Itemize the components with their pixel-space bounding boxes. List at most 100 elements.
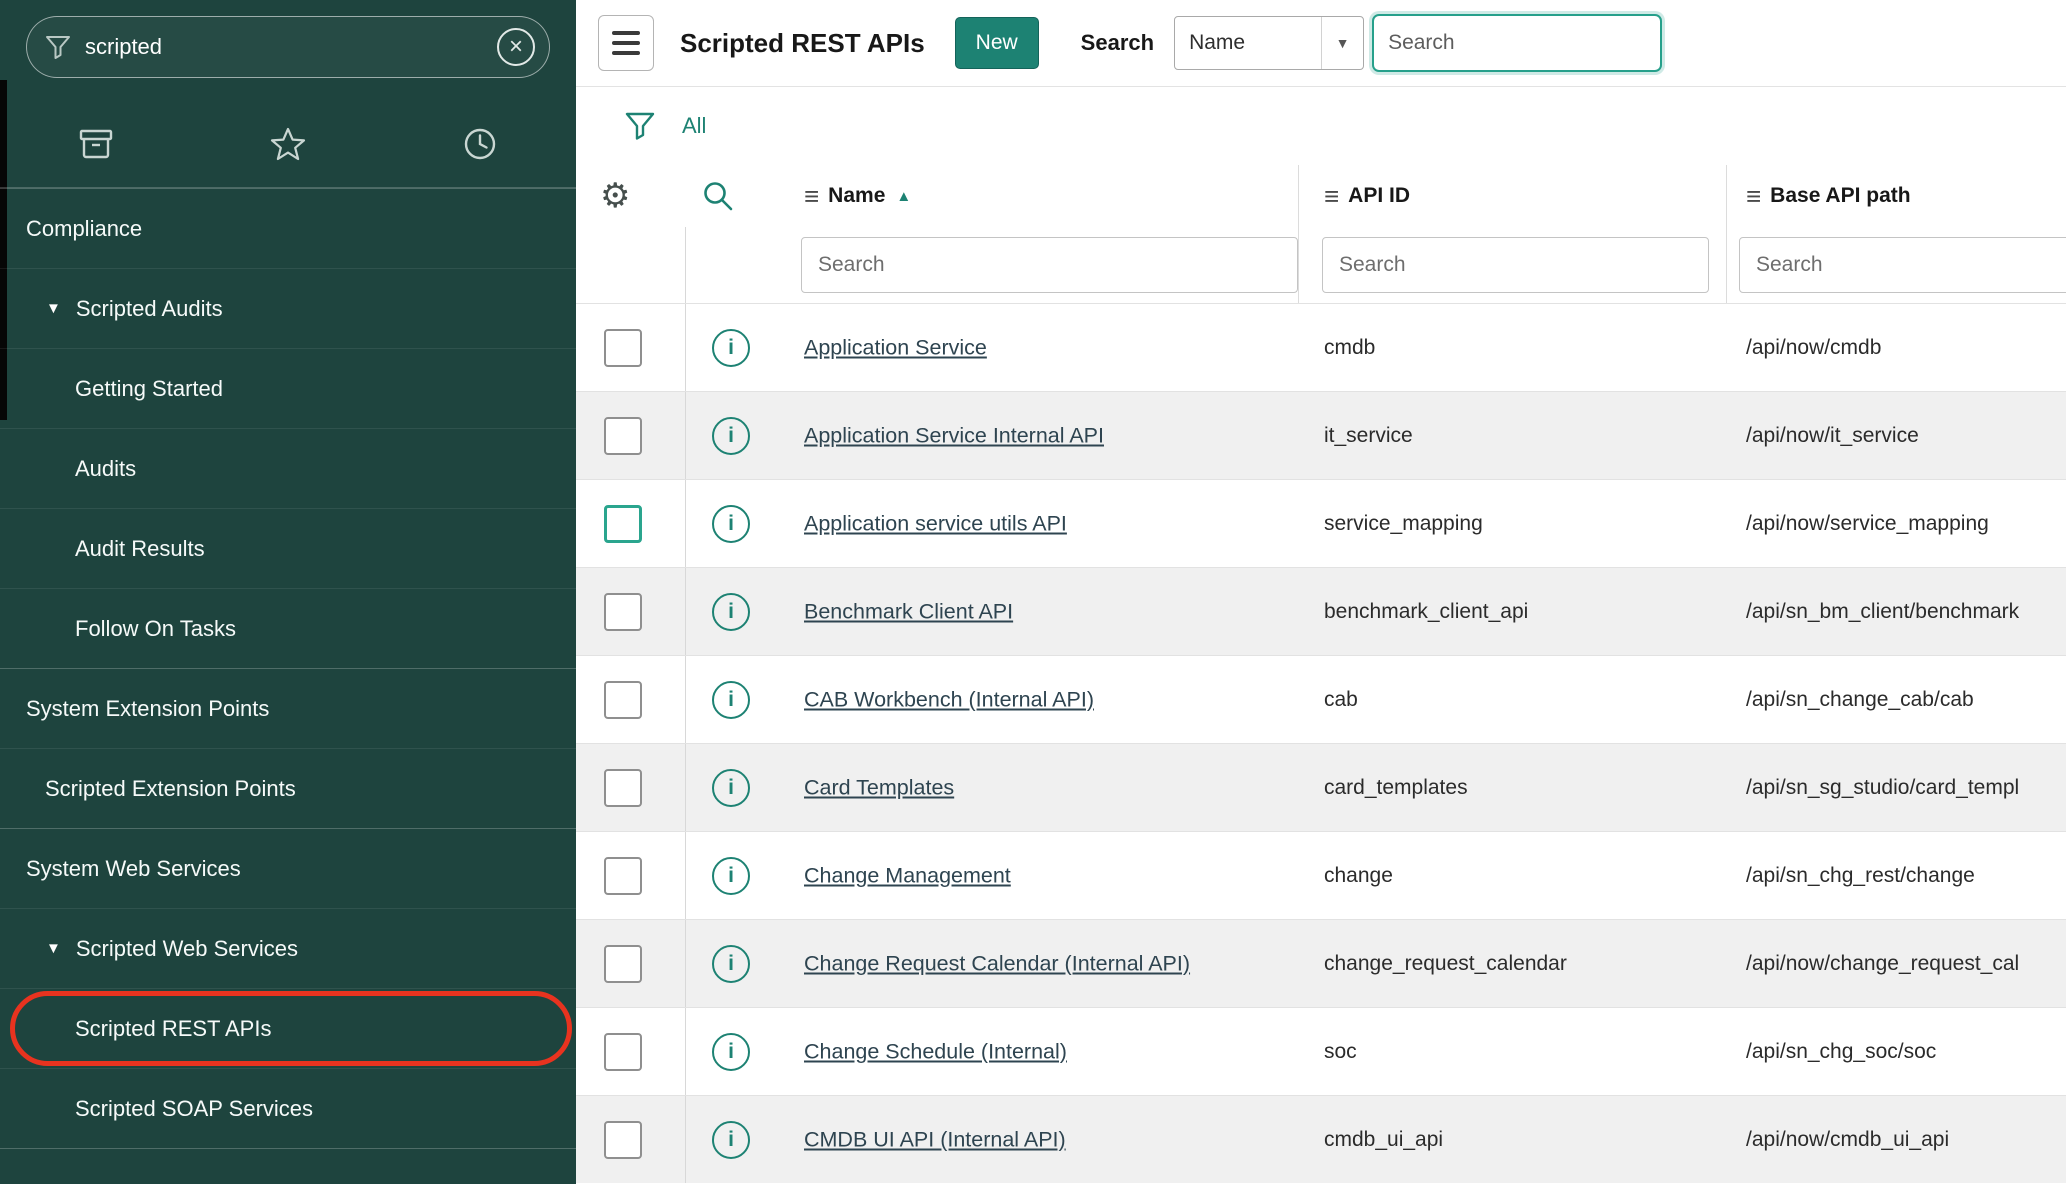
info-icon[interactable]: i <box>712 505 750 543</box>
api-id-cell: service_mapping <box>1324 512 1483 536</box>
sidebar-item-audits[interactable]: Audits <box>0 428 576 508</box>
breadcrumb-row: All <box>576 87 2066 165</box>
sidebar-item-getting-started[interactable]: Getting Started <box>0 348 576 428</box>
column-menu-icon[interactable]: ≡ <box>804 183 819 209</box>
search-field-select[interactable]: Name ▼ <box>1174 16 1364 70</box>
column-header-api-id[interactable]: ≡ API ID <box>1324 183 1410 209</box>
breadcrumb-all-link[interactable]: All <box>682 113 706 139</box>
row-checkbox[interactable] <box>604 681 642 719</box>
collapse-arrow-icon[interactable]: ▼ <box>46 940 61 957</box>
record-link[interactable]: Change Request Calendar (Internal API) <box>804 951 1190 976</box>
api-id-cell: change <box>1324 864 1393 888</box>
sidebar-menu: Compliance▼Scripted AuditsGetting Starte… <box>0 188 576 1149</box>
row-checkbox[interactable] <box>604 417 642 455</box>
table-row: i Application Service cmdb/api/now/cmdb <box>576 303 2066 391</box>
info-icon[interactable]: i <box>712 945 750 983</box>
base-api-path-cell: /api/sn_sg_studio/card_templ <box>1746 776 2019 800</box>
api-id-cell: cmdb <box>1324 336 1375 360</box>
record-link[interactable]: Application Service Internal API <box>804 423 1104 448</box>
row-checkbox[interactable] <box>604 857 642 895</box>
info-icon[interactable]: i <box>712 593 750 631</box>
filter-breadcrumb-icon[interactable] <box>624 110 656 142</box>
row-checkbox[interactable] <box>604 769 642 807</box>
column-divider <box>1726 227 1727 303</box>
sidebar-item-label: Scripted Web Services <box>76 936 298 962</box>
column-divider <box>685 744 686 831</box>
record-link[interactable]: Change Management <box>804 863 1011 888</box>
row-checkbox[interactable] <box>604 593 642 631</box>
info-icon[interactable]: i <box>712 1033 750 1071</box>
personalize-list-gear-icon[interactable]: ⚙ <box>600 179 630 213</box>
applications-box-icon <box>78 128 114 160</box>
search-toggle-icon[interactable] <box>702 180 734 212</box>
all-applications-tab[interactable] <box>0 100 192 187</box>
api-id-column-search-input[interactable] <box>1322 237 1709 293</box>
base-api-path-cell: /api/now/service_mapping <box>1746 512 1989 536</box>
row-checkbox[interactable] <box>604 945 642 983</box>
list-context-menu-button[interactable] <box>598 15 654 71</box>
favorites-tab[interactable] <box>192 100 384 187</box>
sidebar-item-system-web-services: System Web Services <box>0 828 576 908</box>
record-link[interactable]: Application Service <box>804 335 987 360</box>
sidebar-item-scripted-audits[interactable]: ▼Scripted Audits <box>0 268 576 348</box>
info-icon[interactable]: i <box>712 417 750 455</box>
column-divider <box>685 1008 686 1095</box>
sidebar-item-scripted-rest-apis[interactable]: Scripted REST APIs <box>0 988 576 1068</box>
row-checkbox[interactable] <box>604 1033 642 1071</box>
table-row: iBenchmark Client APIbenchmark_client_ap… <box>576 567 2066 655</box>
navigator-filter: × <box>26 16 550 78</box>
info-icon[interactable]: i <box>712 329 750 367</box>
record-link[interactable]: Application service utils API <box>804 511 1067 536</box>
record-link[interactable]: Change Schedule (Internal) <box>804 1039 1067 1064</box>
base-api-path-column-search-input[interactable] <box>1739 237 2066 293</box>
record-link[interactable]: CMDB UI API (Internal API) <box>804 1127 1066 1152</box>
collapse-arrow-icon[interactable]: ▼ <box>46 300 61 317</box>
page-title: Scripted REST APIs <box>680 28 925 59</box>
info-icon[interactable]: i <box>712 857 750 895</box>
info-icon[interactable]: i <box>712 681 750 719</box>
sidebar-item-audit-results[interactable]: Audit Results <box>0 508 576 588</box>
sidebar-item-scripted-extension-points[interactable]: Scripted Extension Points <box>0 748 576 828</box>
column-divider <box>685 227 686 303</box>
column-divider <box>685 392 686 479</box>
api-id-cell: soc <box>1324 1040 1357 1064</box>
filter-funnel-icon <box>45 34 71 60</box>
row-checkbox[interactable] <box>604 1121 642 1159</box>
record-link[interactable]: CAB Workbench (Internal API) <box>804 687 1094 712</box>
list-search-input[interactable] <box>1372 14 1662 72</box>
base-api-path-cell: /api/now/cmdb <box>1746 336 1881 360</box>
base-api-path-cell: /api/sn_change_cab/cab <box>1746 688 1974 712</box>
history-tab[interactable] <box>384 100 576 187</box>
column-divider <box>1726 165 1727 227</box>
row-checkbox[interactable] <box>604 329 642 367</box>
base-api-path-cell: /api/sn_chg_rest/change <box>1746 864 1975 888</box>
column-header-base-api-path[interactable]: ≡ Base API path <box>1746 183 1911 209</box>
column-divider <box>685 304 686 391</box>
info-icon[interactable]: i <box>712 769 750 807</box>
sidebar-item-scripted-web-services[interactable]: ▼ Scripted Web Services <box>0 908 576 988</box>
column-divider <box>685 656 686 743</box>
navigator-filter-input[interactable] <box>85 34 497 60</box>
star-icon <box>270 127 306 161</box>
base-api-path-cell: /api/now/change_request_cal <box>1746 952 2019 976</box>
api-id-cell: cab <box>1324 688 1358 712</box>
sidebar-item-follow-on-tasks[interactable]: Follow On Tasks <box>0 588 576 668</box>
column-divider <box>685 568 686 655</box>
sidebar-item-label: Audit Results <box>75 536 205 562</box>
info-icon[interactable]: i <box>712 1121 750 1159</box>
clear-filter-icon[interactable]: × <box>497 28 535 66</box>
name-column-search-input[interactable] <box>801 237 1298 293</box>
sidebar-item-scripted-soap-services[interactable]: Scripted SOAP Services <box>0 1068 576 1148</box>
list-pane: Scripted REST APIs New Search Name ▼ All… <box>576 0 2066 1184</box>
sort-ascending-icon: ▲ <box>896 188 911 205</box>
api-id-cell: it_service <box>1324 424 1413 448</box>
column-header-name[interactable]: ≡ Name ▲ <box>804 183 911 209</box>
record-link[interactable]: Card Templates <box>804 775 954 800</box>
table-row: i CAB Workbench (Internal API) cab/api/sn_… <box>576 655 2066 743</box>
new-record-button[interactable]: New <box>955 17 1039 69</box>
table-row: i Application Service Internal API it_serv… <box>576 391 2066 479</box>
column-menu-icon[interactable]: ≡ <box>1746 183 1761 209</box>
row-checkbox[interactable] <box>604 505 642 543</box>
column-menu-icon[interactable]: ≡ <box>1324 183 1339 209</box>
record-link[interactable]: Benchmark Client API <box>804 599 1013 624</box>
